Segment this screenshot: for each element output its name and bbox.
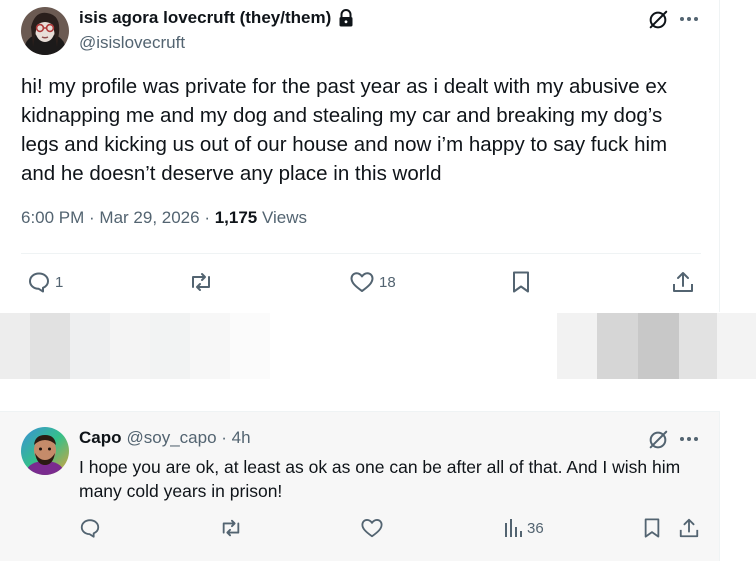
author-name-row: isis agora lovecruft (they/them) xyxy=(79,8,354,28)
grok-icon[interactable] xyxy=(646,428,670,452)
share-button[interactable] xyxy=(671,270,695,294)
reply-views-count: 36 xyxy=(527,519,544,537)
reply-reply-button[interactable] xyxy=(79,517,101,539)
more-options-icon[interactable] xyxy=(678,428,700,450)
reply-text: I hope you are ok, at least as ok as one… xyxy=(79,457,681,501)
bookmark-icon xyxy=(510,270,532,294)
meta-separator: · xyxy=(84,208,100,227)
bookmark-icon xyxy=(642,517,662,539)
heart-icon xyxy=(360,517,384,539)
reply-author-handle[interactable]: @soy_capo xyxy=(127,428,217,448)
repost-icon xyxy=(188,270,214,294)
reply-count: 1 xyxy=(55,273,64,291)
reply-author-avatar[interactable] xyxy=(21,427,69,475)
like-button[interactable]: 18 xyxy=(349,270,396,294)
repost-button[interactable] xyxy=(188,270,218,294)
reply-name-row: Capo @soy_capo · 4h xyxy=(79,428,251,448)
grok-icon[interactable] xyxy=(646,8,670,32)
bookmark-button[interactable] xyxy=(510,270,532,294)
reply-icon xyxy=(27,270,51,294)
meta-separator: · xyxy=(199,208,215,227)
reply-like-button[interactable] xyxy=(360,517,384,539)
pixelated-redaction xyxy=(0,313,756,379)
reply-author-name[interactable]: Capo xyxy=(79,428,122,448)
analytics-icon xyxy=(503,517,523,539)
reply-button[interactable]: 1 xyxy=(27,270,63,294)
post-date[interactable]: Mar 29, 2026 xyxy=(99,208,199,227)
share-icon xyxy=(678,517,700,539)
divider xyxy=(21,253,701,254)
more-options-icon[interactable] xyxy=(678,8,700,30)
views-count: 1,175 xyxy=(214,208,258,227)
reply-bookmark-button[interactable] xyxy=(642,517,662,539)
reply-icon xyxy=(79,517,101,539)
main-post: isis agora lovecruft (they/them) @isislo… xyxy=(0,0,720,312)
post-meta: 6:00 PM · Mar 29, 2026 · 1,175 Views xyxy=(21,208,307,228)
reply-repost-button[interactable] xyxy=(219,517,243,539)
author-avatar[interactable] xyxy=(21,7,69,55)
author-display-name[interactable]: isis agora lovecruft (they/them) xyxy=(79,8,331,28)
reply-share-button[interactable] xyxy=(678,517,700,539)
reply-time[interactable]: 4h xyxy=(232,428,251,448)
meta-separator: · xyxy=(216,428,232,447)
share-icon xyxy=(671,270,695,294)
post-time[interactable]: 6:00 PM xyxy=(21,208,84,227)
views-label: Views xyxy=(257,208,308,227)
heart-icon xyxy=(349,270,375,294)
post-text: hi! my profile was private for the past … xyxy=(21,75,668,185)
author-handle[interactable]: @isislovecruft xyxy=(79,33,185,53)
lock-icon xyxy=(338,9,354,27)
reply-views-button[interactable]: 36 xyxy=(503,517,544,539)
repost-icon xyxy=(219,517,243,539)
like-count: 18 xyxy=(379,273,396,291)
